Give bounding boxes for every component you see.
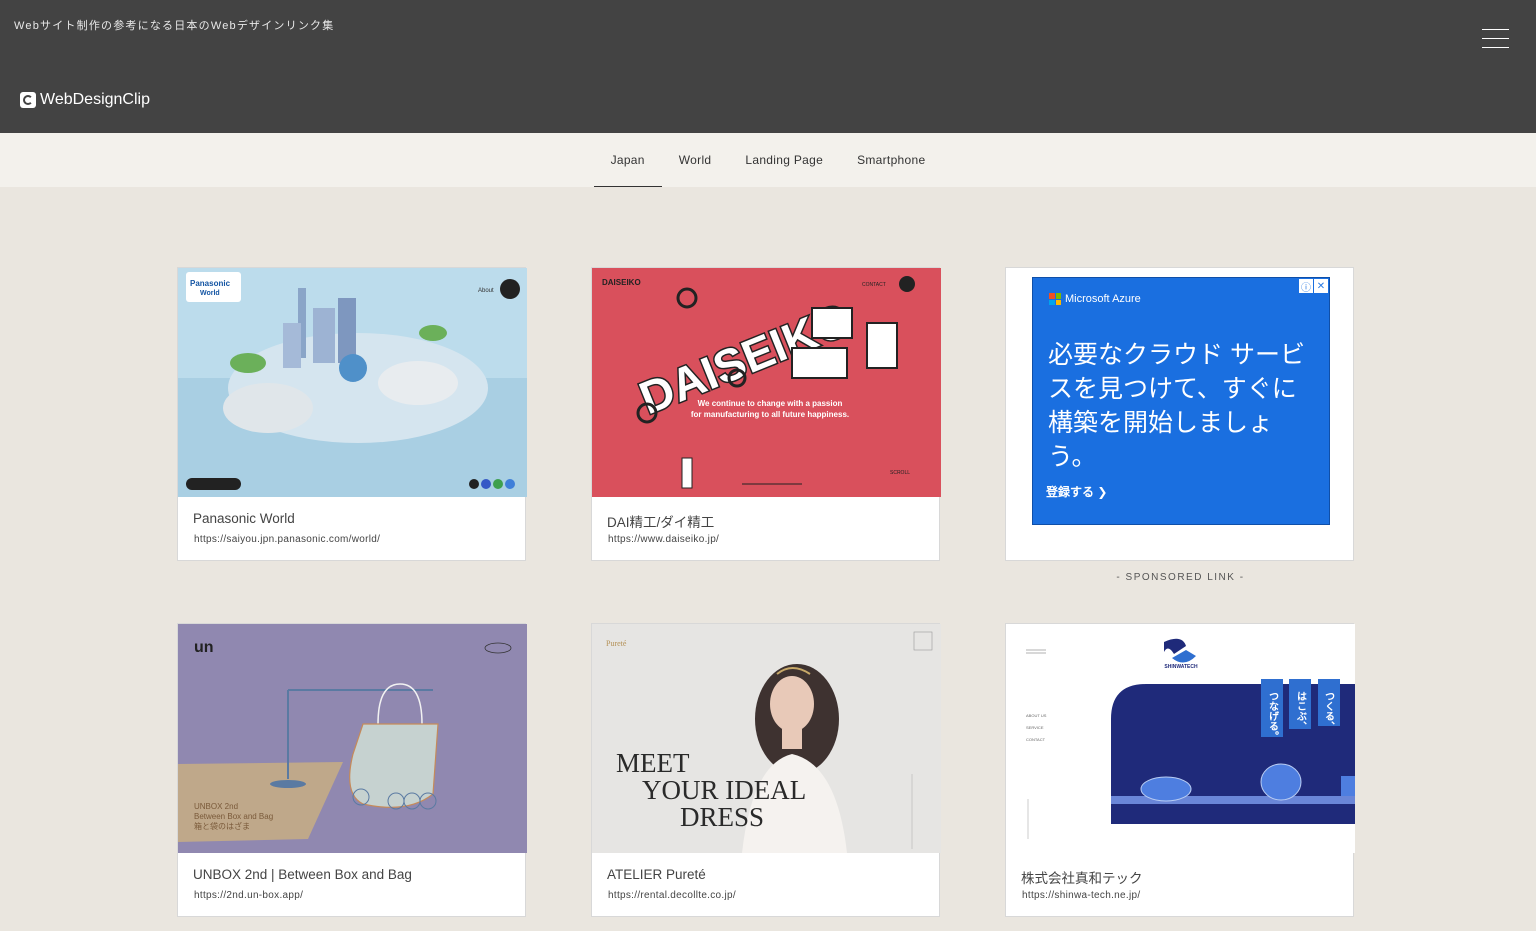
microsoft-logo-icon (1049, 293, 1061, 305)
thumbnail-image: un UNBOX 2nd Between Box and Bag 箱と袋のはざま (178, 624, 527, 853)
site-title[interactable]: Panasonic World (193, 511, 295, 526)
thumb-text: ABOUT US (1026, 713, 1047, 718)
ad-brand: Microsoft Azure (1049, 293, 1141, 305)
thumb-text: SCROLL (890, 470, 910, 476)
ad-signup-button[interactable]: 登録する ❯ (1046, 483, 1107, 500)
site-url: https://2nd.un-box.app/ (194, 890, 304, 901)
ad-brand-name: Microsoft Azure (1065, 293, 1141, 305)
site-logo[interactable]: WebDesignClip (20, 91, 150, 109)
thumb-text: un (194, 639, 214, 656)
thumb-text: CONTACT (862, 282, 886, 288)
thumb-text: for manufacturing to all future happines… (691, 410, 849, 419)
thumb-text: Panasonic (190, 279, 231, 288)
site-title[interactable]: UNBOX 2nd | Between Box and Bag (193, 867, 412, 882)
site-url: https://shinwa-tech.ne.jp/ (1022, 890, 1141, 901)
site-thumbnail[interactable]: DAISEIKO CONTACT DAISEIKO We continue to… (592, 268, 941, 497)
site-url: https://saiyou.jpn.panasonic.com/world/ (194, 534, 381, 545)
site-title[interactable]: ATELIER Pureté (607, 867, 706, 882)
thumb-text: About (478, 288, 494, 294)
site-card-shinwa-tech[interactable]: SHINWATECH つくる、 はこぶ、 つなげる。 ABOUT US SERV… (1005, 623, 1355, 917)
site-tagline: Webサイト制作の参考になる日本のWebデザインリンク集 (14, 20, 335, 32)
thumb-text: YOUR IDEAL (642, 775, 806, 805)
site-card-panasonic[interactable]: Panasonic World About Panasonic World ht… (177, 267, 527, 561)
thumb-text: DAISEIKO (602, 278, 641, 287)
site-card-atelier-purete[interactable]: Pureté MEET YOUR IDEAL DRESS ATELIER Pur… (591, 623, 941, 917)
sponsored-ad-card[interactable]: ⓘ ✕ Microsoft Azure 必要なクラウド サービスを見つけて、すぐ… (1005, 267, 1354, 561)
site-title[interactable]: DAI精工/ダイ精工 (607, 511, 714, 531)
thumb-text: つくる、 (1323, 691, 1335, 731)
ad-controls: ⓘ ✕ (1299, 279, 1328, 294)
thumb-text: 箱と袋のはざま (194, 821, 250, 831)
thumb-text: SERVICE (1026, 725, 1044, 730)
site-card-daiseiko[interactable]: DAISEIKO CONTACT DAISEIKO We continue to… (591, 267, 941, 561)
thumb-text: UNBOX 2nd (194, 802, 238, 811)
site-title[interactable]: 株式会社真和テック (1021, 867, 1143, 887)
thumb-text: つなげる。 (1267, 691, 1279, 741)
thumbnail-image: Pureté MEET YOUR IDEAL DRESS (592, 624, 941, 853)
site-thumbnail[interactable]: Panasonic World About (178, 268, 527, 497)
tab-smartphone[interactable]: Smartphone (840, 133, 942, 187)
site-thumbnail[interactable]: un UNBOX 2nd Between Box and Bag 箱と袋のはざま (178, 624, 527, 853)
thumb-text: World (200, 290, 220, 297)
site-url: https://rental.decollte.co.jp/ (608, 890, 736, 901)
logo-icon (20, 92, 36, 108)
tab-landing-page[interactable]: Landing Page (728, 133, 840, 187)
ad-close-icon[interactable]: ✕ (1314, 279, 1328, 293)
thumb-text: MEET (616, 748, 690, 778)
hamburger-menu-icon[interactable] (1482, 28, 1509, 48)
site-thumbnail[interactable]: Pureté MEET YOUR IDEAL DRESS (592, 624, 941, 853)
site-url: https://www.daiseiko.jp/ (608, 534, 720, 545)
logo-text: WebDesignClip (40, 91, 150, 108)
thumb-text: CONTACT (1026, 737, 1046, 742)
category-nav: Japan World Landing Page Smartphone (0, 133, 1536, 187)
thumb-text: DRESS (680, 802, 764, 832)
thumb-text: We continue to change with a passion (698, 399, 843, 408)
azure-ad-banner[interactable]: ⓘ ✕ Microsoft Azure 必要なクラウド サービスを見つけて、すぐ… (1032, 277, 1330, 525)
site-card-unbox[interactable]: un UNBOX 2nd Between Box and Bag 箱と袋のはざま… (177, 623, 527, 917)
thumb-text: SHINWATECH (1164, 664, 1198, 670)
site-thumbnail[interactable]: SHINWATECH つくる、 はこぶ、 つなげる。 ABOUT US SERV… (1006, 624, 1355, 853)
tab-world[interactable]: World (662, 133, 729, 187)
thumb-text: Pureté (606, 639, 627, 648)
thumbnail-image: DAISEIKO CONTACT DAISEIKO We continue to… (592, 268, 941, 497)
sponsored-link-label: - SPONSORED LINK - (1116, 572, 1245, 583)
thumbnail-image: SHINWATECH つくる、 はこぶ、 つなげる。 ABOUT US SERV… (1006, 624, 1355, 853)
ad-info-icon[interactable]: ⓘ (1299, 279, 1313, 294)
thumb-text: Between Box and Bag (194, 812, 273, 821)
thumbnail-image: Panasonic World About (178, 268, 527, 497)
tab-japan[interactable]: Japan (593, 133, 662, 187)
site-header: Webサイト制作の参考になる日本のWebデザインリンク集 WebDesignCl… (0, 0, 1536, 133)
ad-copy: 必要なクラウド サービスを見つけて、すぐに構築を開始しましょう。 (1048, 341, 1305, 471)
